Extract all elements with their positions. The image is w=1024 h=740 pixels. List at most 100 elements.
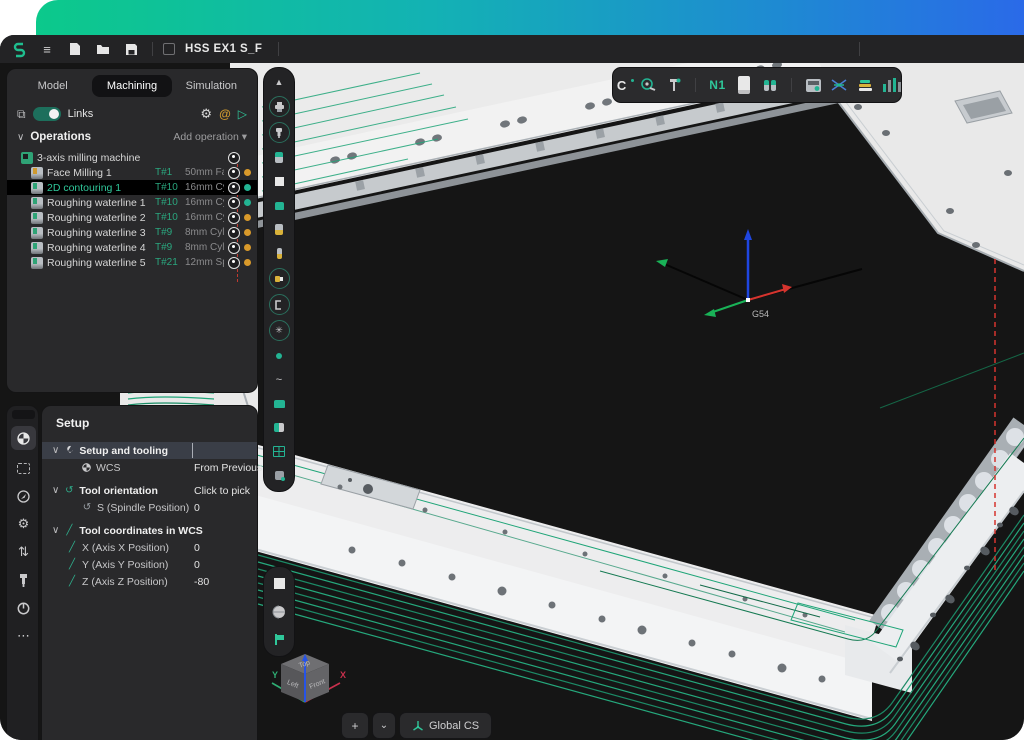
spindle-visibility-icon[interactable] xyxy=(269,122,290,143)
sort-arrows-icon[interactable]: ⇅ xyxy=(7,540,40,564)
parameters-gear-icon[interactable]: ⚙ xyxy=(7,512,40,536)
operation-row[interactable]: Roughing waterline 3T#9 8mm Cylindrical xyxy=(7,225,257,240)
operation-row[interactable]: Roughing waterline 5T#21 12mm Spherica xyxy=(7,255,257,270)
row-spindle[interactable]: ↺ S (Spindle Position) 0 xyxy=(42,499,257,516)
fit-view-icon[interactable] xyxy=(270,574,289,593)
global-cs-button[interactable]: Global CS xyxy=(399,712,492,739)
strip-handle[interactable] xyxy=(12,410,35,419)
display-panel-icon[interactable] xyxy=(735,75,752,95)
curves-visibility-icon[interactable]: ~ xyxy=(270,370,289,389)
statistics-icon[interactable] xyxy=(883,78,901,92)
new-file-icon[interactable] xyxy=(64,39,86,59)
mesh-visibility-icon[interactable] xyxy=(270,442,289,461)
render-mode-icon[interactable] xyxy=(270,602,289,621)
operation-row[interactable]: Face Milling 1T#1 50mm Face mill xyxy=(7,165,257,180)
fixture-visibility-icon[interactable] xyxy=(270,220,289,239)
divider xyxy=(152,42,153,56)
svg-text:Y: Y xyxy=(272,670,278,680)
caliper-icon[interactable] xyxy=(665,75,682,95)
radio-icon[interactable] xyxy=(228,152,240,164)
window-title: HSS EX1 S_F xyxy=(185,43,262,55)
operation-row[interactable]: Roughing waterline 1T#10 16mm Cylindric xyxy=(7,195,257,210)
collapse-up-icon[interactable]: ▲ xyxy=(270,72,289,91)
tool-visibility-icon[interactable] xyxy=(270,148,289,167)
contouring-icon xyxy=(31,182,43,194)
radio-icon[interactable] xyxy=(228,182,240,194)
tool-pair-icon[interactable] xyxy=(761,75,778,95)
settings-gear-icon[interactable]: ⚙ xyxy=(200,106,212,122)
machine-row[interactable]: 3-axis milling machine xyxy=(7,150,257,165)
more-tab-icon[interactable]: ⋯ xyxy=(7,624,40,648)
section-tool-coordinates[interactable]: ∨ ╱ Tool coordinates in WCS xyxy=(42,522,257,539)
operation-row[interactable]: Roughing waterline 4T#9 8mm Cylindrical xyxy=(7,240,257,255)
power-tab-icon[interactable] xyxy=(7,596,40,620)
operations-header: ∨ Operations Add operation ▾ xyxy=(7,127,257,147)
collision-visibility-icon[interactable]: ✳ xyxy=(269,320,290,341)
chevron-down-icon[interactable]: ∨ xyxy=(17,132,24,143)
wrench-icon xyxy=(64,442,74,460)
workpiece-visibility-icon[interactable] xyxy=(270,466,289,485)
points-visibility-icon[interactable] xyxy=(270,346,289,365)
radio-icon[interactable] xyxy=(228,212,240,224)
kinematics-icon[interactable] xyxy=(831,75,848,95)
radio-icon[interactable] xyxy=(228,197,240,209)
operation-row[interactable]: Roughing waterline 2T#10 16mm Cylindric xyxy=(7,210,257,225)
save-icon[interactable] xyxy=(120,39,142,59)
surfaces-visibility-icon[interactable] xyxy=(270,418,289,437)
tab-machining[interactable]: Machining xyxy=(92,75,171,97)
radio-icon[interactable] xyxy=(228,242,240,254)
links-row: ⧉ Links ⚙ @ ▷ xyxy=(7,101,257,127)
view-cube[interactable]: Top Left Front Y X xyxy=(268,650,350,720)
row-axis-x[interactable]: ╱ X (Axis X Position) 0 xyxy=(42,539,257,556)
run-icon[interactable]: ▷ xyxy=(238,107,247,121)
workpiece-tab-icon[interactable] xyxy=(7,456,40,480)
svg-text:G54: G54 xyxy=(752,309,769,319)
operations-panel: Model Machining Simulation ⧉ Links ⚙ @ ▷… xyxy=(6,68,258,393)
open-folder-icon[interactable] xyxy=(92,39,114,59)
app-logo xyxy=(8,39,30,59)
row-wcs[interactable]: WCS From Previous xyxy=(42,459,257,476)
row-axis-z[interactable]: ╱ Z (Axis Z Position) -80 xyxy=(42,573,257,590)
measure-tape-icon[interactable] xyxy=(639,75,656,95)
divider xyxy=(278,42,279,56)
setup-panel: Setup ∨ Setup and tooling WCS From Previ… xyxy=(41,405,258,740)
stock-visibility-icon[interactable] xyxy=(270,172,289,191)
row-axis-y[interactable]: ╱ Y (Axis Y Position) 0 xyxy=(42,556,257,573)
drill-visibility-icon[interactable] xyxy=(270,244,289,263)
section-tool-orientation[interactable]: ∨ ↺ Tool orientation Click to pick xyxy=(42,482,257,499)
axis-icon: ╱ xyxy=(67,559,77,570)
status-dot xyxy=(244,199,251,206)
viewport-toolbar: C N1 xyxy=(612,67,902,103)
control-panel-icon[interactable] xyxy=(805,75,822,95)
visibility-toolbar: ▲ ✳ ~ xyxy=(263,67,295,492)
tab-model[interactable]: Model xyxy=(13,75,92,97)
wcs-tab-icon[interactable] xyxy=(11,426,36,450)
radio-icon[interactable] xyxy=(228,257,240,269)
rotate-icon: ↺ xyxy=(64,485,74,496)
status-dot xyxy=(244,214,251,221)
project-checkbox[interactable] xyxy=(163,43,175,55)
strategy-tab-icon[interactable] xyxy=(7,484,40,508)
tab-simulation[interactable]: Simulation xyxy=(172,75,251,97)
tool-tab-icon[interactable] xyxy=(7,568,40,592)
operation-row-selected[interactable]: 2D contouring 1T#10 16mm Cylindric xyxy=(7,180,257,195)
simulation-flag-icon[interactable] xyxy=(270,630,289,649)
model-visibility-icon[interactable] xyxy=(270,394,289,413)
cs-dropdown-button[interactable]: ⌄ xyxy=(372,712,396,739)
title-bar: ≡ HSS EX1 S_F xyxy=(0,35,1024,63)
postprocess-icon[interactable]: @ xyxy=(219,107,231,121)
section-setup-and-tooling[interactable]: ∨ Setup and tooling xyxy=(42,442,257,459)
nc-program-icon[interactable]: N1 xyxy=(709,75,726,95)
center-mass-icon[interactable]: C xyxy=(613,75,630,95)
part-visibility-icon[interactable] xyxy=(270,196,289,215)
svg-text:X: X xyxy=(340,670,346,680)
machine-visibility-icon[interactable] xyxy=(269,96,290,117)
radio-icon[interactable] xyxy=(228,227,240,239)
pocket-visibility-icon[interactable] xyxy=(269,294,290,315)
tool-layers-icon[interactable] xyxy=(857,75,874,95)
links-toggle[interactable] xyxy=(33,107,61,121)
holder-visibility-icon[interactable] xyxy=(269,268,290,289)
add-operation-button[interactable]: Add operation ▾ xyxy=(173,131,247,143)
menu-icon[interactable]: ≡ xyxy=(36,39,58,59)
radio-icon[interactable] xyxy=(228,167,240,179)
